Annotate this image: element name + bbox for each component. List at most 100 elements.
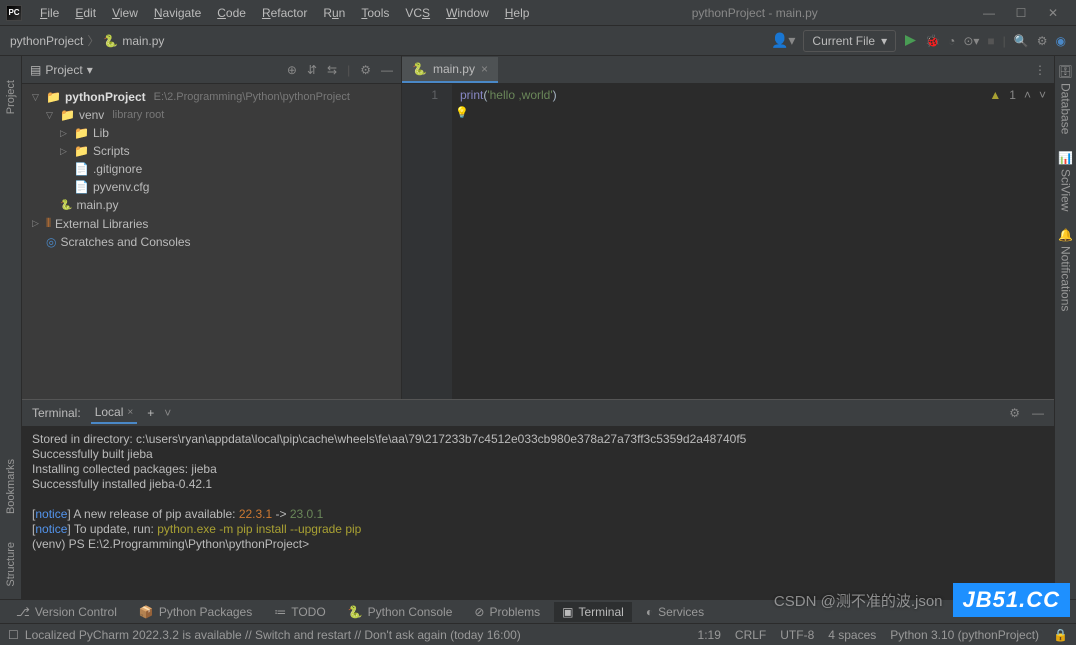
- expand-icon[interactable]: ⇵: [307, 63, 317, 77]
- project-panel: ▤ Project ▾ ⊕ ⇵ ⇆ | ⚙ — ▽📁pythonProjectE…: [22, 56, 402, 399]
- run-icon[interactable]: [904, 34, 917, 47]
- python-file-icon: 🐍: [412, 62, 427, 76]
- status-eol[interactable]: CRLF: [735, 628, 766, 642]
- hide-icon[interactable]: —: [381, 63, 393, 77]
- right-rail: 🗄Database 📊SciView 🔔Notifications: [1054, 56, 1076, 599]
- tree-mainpy[interactable]: 🐍main.py: [22, 196, 401, 214]
- breadcrumb: pythonProject 〉 🐍 main.py: [10, 32, 164, 49]
- editor-tab-main[interactable]: 🐍 main.py ×: [402, 57, 498, 83]
- maximize-icon[interactable]: ☐: [1014, 6, 1028, 20]
- menu-help[interactable]: Help: [497, 3, 538, 23]
- bottom-tabs: ⎇Version Control 📦Python Packages ≔TODO …: [0, 599, 1076, 623]
- chevron-down-icon[interactable]: ▾: [87, 63, 93, 77]
- btab-terminal[interactable]: ▣Terminal: [554, 602, 632, 622]
- editor-tabs: 🐍 main.py × ⋮: [402, 56, 1054, 84]
- nav-up-icon[interactable]: ˄: [1024, 88, 1031, 102]
- menu-code[interactable]: Code: [209, 3, 254, 23]
- menu-navigate[interactable]: Navigate: [146, 3, 209, 23]
- menubar: PC File Edit View Navigate Code Refactor…: [0, 0, 1076, 26]
- terminal-tab-local[interactable]: Local×: [91, 402, 138, 424]
- status-encoding[interactable]: UTF-8: [780, 628, 814, 642]
- tree-external-libs[interactable]: ▷⫴External Libraries: [22, 214, 401, 233]
- editor-body[interactable]: 1 print('hello ,world') 💡 ▲1 ˄ ˅: [402, 84, 1054, 399]
- status-message[interactable]: Localized PyCharm 2022.3.2 is available …: [25, 628, 521, 642]
- menu-refactor[interactable]: Refactor: [254, 3, 315, 23]
- gear-icon[interactable]: ⚙: [1009, 406, 1020, 420]
- window-title: pythonProject - main.py: [537, 6, 972, 20]
- tab-menu-icon[interactable]: ⋮: [1034, 63, 1054, 77]
- terminal-header: Terminal: Local× + ˅ ⚙ —: [22, 400, 1054, 426]
- tree-gitignore[interactable]: 📄.gitignore: [22, 160, 401, 178]
- rail-project[interactable]: Project: [5, 76, 17, 118]
- nav-down-icon[interactable]: ˅: [1039, 88, 1046, 102]
- breadcrumb-project[interactable]: pythonProject: [10, 34, 83, 48]
- chevron-down-icon[interactable]: ˅: [164, 406, 171, 420]
- gear-icon[interactable]: ⚙: [360, 63, 371, 77]
- editor-area: 🐍 main.py × ⋮ 1 print('hello ,world') 💡 …: [402, 56, 1054, 399]
- hide-icon[interactable]: —: [1032, 406, 1044, 420]
- terminal-panel: Terminal: Local× + ˅ ⚙ — Stored in direc…: [22, 399, 1054, 599]
- plugin-icon[interactable]: ◉: [1056, 34, 1066, 48]
- profile-icon[interactable]: ⊙▾: [963, 34, 979, 48]
- statusbar: ☐ Localized PyCharm 2022.3.2 is availabl…: [0, 623, 1076, 645]
- rail-notifications[interactable]: 🔔Notifications: [1059, 228, 1073, 312]
- navbar: pythonProject 〉 🐍 main.py 👤▾ Current Fil…: [0, 26, 1076, 56]
- project-header: ▤ Project ▾ ⊕ ⇵ ⇆ | ⚙ —: [22, 56, 401, 84]
- terminal-body[interactable]: Stored in directory: c:\users\ryan\appda…: [22, 426, 1054, 599]
- menu-vcs[interactable]: VCS: [397, 3, 438, 23]
- tab-close-icon[interactable]: ×: [481, 62, 488, 76]
- user-icon[interactable]: 👤▾: [771, 32, 795, 49]
- bulb-icon[interactable]: 💡: [455, 106, 469, 119]
- minimize-icon[interactable]: —: [982, 6, 996, 20]
- tree-scripts[interactable]: ▷📁Scripts: [22, 142, 401, 160]
- collapse-icon[interactable]: ⇆: [327, 63, 337, 77]
- btab-python-packages[interactable]: 📦Python Packages: [131, 602, 260, 622]
- rail-structure[interactable]: Structure: [5, 538, 17, 591]
- locate-icon[interactable]: ⊕: [287, 63, 297, 77]
- status-python[interactable]: Python 3.10 (pythonProject): [890, 628, 1039, 642]
- app-logo: PC: [6, 5, 22, 21]
- tree-scratches[interactable]: ◎Scratches and Consoles: [22, 233, 401, 251]
- chevron-down-icon: ▾: [881, 34, 887, 48]
- status-lock-icon[interactable]: 🔒: [1053, 628, 1068, 642]
- btab-todo[interactable]: ≔TODO: [266, 602, 333, 622]
- breadcrumb-file[interactable]: main.py: [122, 34, 164, 48]
- status-menu-icon[interactable]: ☐: [8, 628, 19, 642]
- run-config-dropdown[interactable]: Current File ▾: [803, 30, 896, 52]
- menu-file[interactable]: File: [32, 3, 67, 23]
- close-icon[interactable]: ×: [127, 407, 133, 418]
- settings-icon[interactable]: ⚙: [1037, 34, 1048, 48]
- rail-database[interactable]: 🗄Database: [1059, 64, 1073, 135]
- btab-python-console[interactable]: 🐍Python Console: [340, 602, 461, 622]
- stop-icon[interactable]: ■: [987, 34, 994, 48]
- rail-sciview[interactable]: 📊SciView: [1059, 151, 1073, 212]
- close-icon[interactable]: ✕: [1046, 6, 1060, 20]
- project-tree: ▽📁pythonProjectE:\2.Programming\Python\p…: [22, 84, 401, 399]
- rail-bookmarks[interactable]: Bookmarks: [5, 455, 17, 518]
- menu-edit[interactable]: Edit: [67, 3, 104, 23]
- tree-root[interactable]: ▽📁pythonProjectE:\2.Programming\Python\p…: [22, 88, 401, 106]
- btab-version-control[interactable]: ⎇Version Control: [8, 602, 125, 622]
- main-area: Project ▤ Project ▾ ⊕ ⇵ ⇆ | ⚙: [0, 56, 1076, 599]
- menu-run[interactable]: Run: [315, 3, 353, 23]
- status-position[interactable]: 1:19: [698, 628, 721, 642]
- terminal-add-icon[interactable]: +: [147, 406, 154, 420]
- project-title: Project: [45, 63, 82, 77]
- menu-tools[interactable]: Tools: [353, 3, 397, 23]
- coverage-icon[interactable]: ◔: [948, 34, 955, 48]
- tree-pyvenv[interactable]: 📄pyvenv.cfg: [22, 178, 401, 196]
- tree-lib[interactable]: ▷📁Lib: [22, 124, 401, 142]
- status-indent[interactable]: 4 spaces: [828, 628, 876, 642]
- tab-label: main.py: [433, 62, 475, 76]
- code-area[interactable]: print('hello ,world'): [452, 84, 1054, 399]
- search-icon[interactable]: 🔍: [1014, 34, 1029, 48]
- debug-icon[interactable]: 🐞: [925, 34, 940, 48]
- tree-venv[interactable]: ▽📁venvlibrary root: [22, 106, 401, 124]
- menu-view[interactable]: View: [104, 3, 146, 23]
- btab-services[interactable]: ◐Services: [638, 602, 712, 622]
- project-tool-icon: ▤: [30, 63, 41, 77]
- warning-icon[interactable]: ▲: [989, 88, 1001, 102]
- menu-window[interactable]: Window: [438, 3, 497, 23]
- terminal-title: Terminal:: [32, 406, 81, 420]
- btab-problems[interactable]: ⊘Problems: [466, 602, 548, 622]
